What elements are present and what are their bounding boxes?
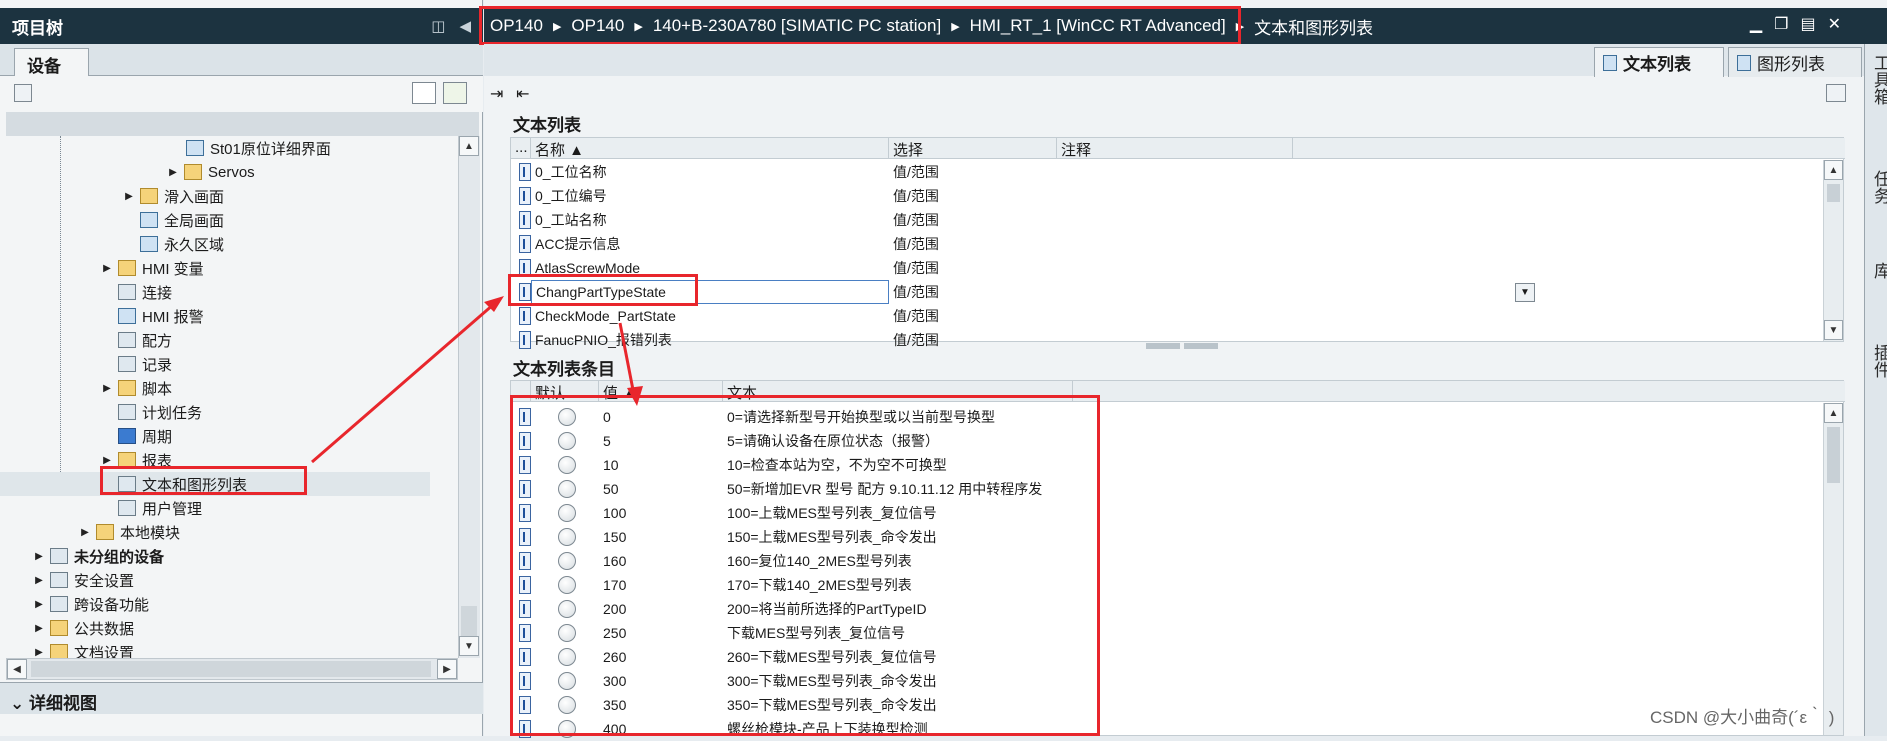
annotation-arrows	[311, 296, 643, 464]
side-tab-libraries[interactable]: 库	[1868, 262, 1887, 279]
task-cards-bar	[1864, 44, 1887, 736]
arrow-line	[311, 302, 495, 464]
arrow-line	[618, 322, 636, 396]
side-tab-addins[interactable]: 插件	[1868, 344, 1887, 378]
side-tab-toolbox[interactable]: 工具箱	[1868, 54, 1887, 105]
watermark: CSDN @大小曲奇(´ε｀ )	[1650, 708, 1835, 727]
editor-panel: OP140 ▶ OP140 ▶ 140+B-230A780 [SIMATIC PC …	[311, 0, 1887, 738]
side-tab-tasks[interactable]: 任务	[1868, 170, 1887, 204]
arrowhead-icon	[627, 386, 643, 406]
